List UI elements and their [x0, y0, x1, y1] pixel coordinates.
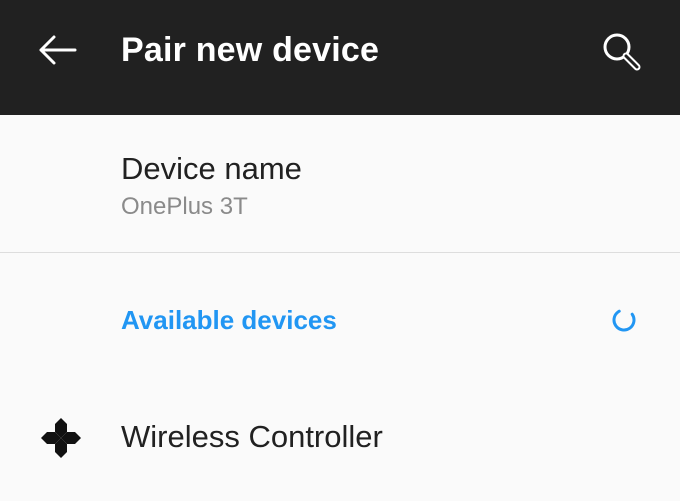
loading-spinner-icon [612, 308, 636, 332]
device-name-label: Device name [121, 151, 302, 186]
available-device-item[interactable]: Wireless Controller [0, 385, 680, 490]
arrow-left-icon [39, 35, 77, 65]
back-button[interactable] [22, 20, 92, 80]
device-name-value: OnePlus 3T [121, 193, 248, 220]
page-title: Pair new device [121, 31, 380, 69]
available-devices-header: Available devices [121, 305, 337, 335]
search-button[interactable] [588, 18, 658, 88]
pair-new-device-screen: Pair new device Device name OnePlus 3T A… [0, 0, 680, 501]
search-icon [603, 33, 641, 71]
section-divider [0, 252, 680, 253]
available-device-name: Wireless Controller [121, 419, 383, 454]
gamepad-icon [41, 418, 81, 458]
app-bar: Pair new device [0, 0, 680, 115]
device-name-setting[interactable]: Device name OnePlus 3T [0, 115, 680, 252]
